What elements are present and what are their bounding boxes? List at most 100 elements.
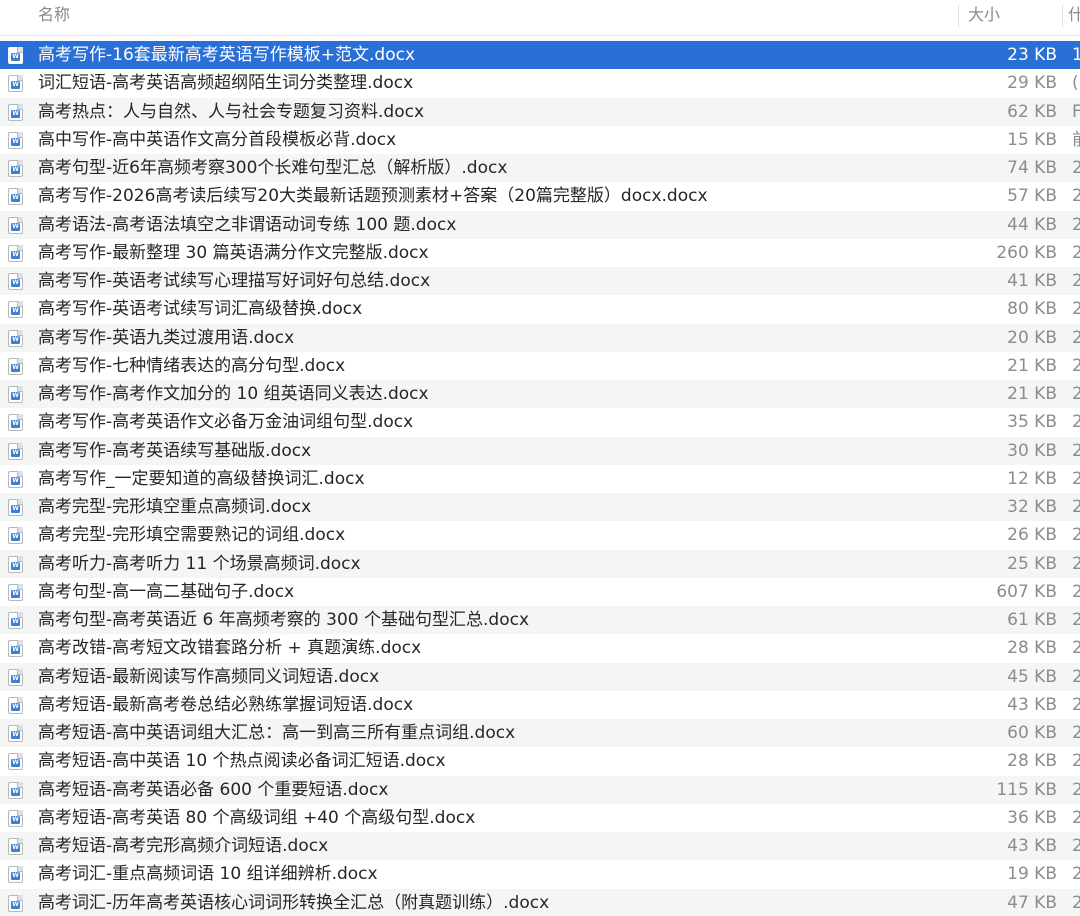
word-document-icon-glyph: W bbox=[11, 815, 20, 824]
file-size: 15 KB bbox=[1007, 129, 1057, 150]
file-size: 21 KB bbox=[1007, 384, 1057, 404]
file-size: 26 KB bbox=[1007, 525, 1057, 546]
file-kind: 2 bbox=[1072, 497, 1080, 517]
file-name: 高考语法-高考语法填空之非谓语动词专练 100 题.docx bbox=[38, 214, 457, 235]
word-document-icon: W bbox=[8, 386, 23, 403]
file-name: 高考短语-高中英语 10 个热点阅读必备词汇短语.docx bbox=[38, 751, 446, 772]
file-size: 28 KB bbox=[1007, 751, 1057, 772]
file-row[interactable]: W 高考写作_一定要知道的高级替换词汇.docx 12 KB 2 bbox=[0, 465, 1080, 493]
file-row[interactable]: W 高考短语-最新阅读写作高频同义词短语.docx 45 KB 2 bbox=[0, 662, 1080, 691]
file-row[interactable]: W 高考写作-2026高考读后续写20大类最新话题预测素材+答案（20篇完整版）d… bbox=[0, 182, 1080, 210]
word-document-icon: W bbox=[8, 329, 23, 347]
file-kind: ( bbox=[1072, 73, 1079, 94]
column-header-size[interactable]: 大小 bbox=[968, 0, 1000, 35]
file-row[interactable]: W 高中写作-高中英语作文高分首段模板必背.docx 15 KB 前 bbox=[0, 126, 1080, 154]
file-row[interactable]: W 高考短语-高考英语 80 个高级词组 +40 个高级句型.docx 36 KB 2 bbox=[0, 804, 1080, 832]
file-kind: 2 bbox=[1072, 355, 1080, 376]
file-name: 高考写作-七种情绪表达的高分句型.docx bbox=[38, 355, 346, 376]
file-row[interactable]: W 高考写作-英语考试续写心理描写好词好句总结.docx 41 KB 2 bbox=[0, 267, 1080, 296]
word-document-icon: W bbox=[8, 527, 23, 545]
file-row[interactable]: W 高考句型-高考英语近 6 年高频考察的 300 个基础句型汇总.docx 61 … bbox=[0, 606, 1080, 635]
file-row[interactable]: W 高考词汇-重点高频词语 10 组详细辨析.docx 19 KB 2 bbox=[0, 860, 1080, 888]
file-kind: 2 bbox=[1072, 158, 1080, 178]
file-name: 高考短语-最新阅读写作高频同义词短语.docx bbox=[38, 666, 380, 687]
finder-list-view: 名称 大小 什 W 高考写作-16套最新高考英语写作模板+范文.docx 23 KB… bbox=[0, 0, 1080, 916]
word-document-icon-glyph: W bbox=[11, 674, 20, 683]
file-row[interactable]: W 高考热点：人与自然、人与社会专题复习资料.docx 62 KB F bbox=[0, 97, 1080, 126]
word-document-icon-glyph: W bbox=[11, 589, 20, 598]
file-row[interactable]: W 高考短语-最新高考卷总结必熟练掌握词短语.docx 43 KB 2 bbox=[0, 691, 1080, 719]
file-name: 词汇短语-高考英语高频超纲陌生词分类整理.docx bbox=[38, 73, 414, 94]
file-name: 高考句型-高一高二基础句子.docx bbox=[38, 581, 295, 602]
word-document-icon: W bbox=[8, 357, 23, 375]
file-row[interactable]: W 高考短语-高考完形高频介词短语.docx 43 KB 2 bbox=[0, 832, 1080, 861]
word-document-icon: W bbox=[8, 273, 23, 290]
file-size: 44 KB bbox=[1007, 214, 1057, 235]
file-row[interactable]: W 高考写作-高考英语续写基础版.docx 30 KB 2 bbox=[0, 436, 1080, 465]
file-row[interactable]: W 高考改错-高考短文改错套路分析 + 真题演练.docx 28 KB 2 bbox=[0, 634, 1080, 662]
word-document-icon: W bbox=[8, 442, 23, 460]
word-document-icon-glyph: W bbox=[11, 476, 20, 485]
word-document-icon-glyph: W bbox=[11, 702, 20, 711]
word-document-icon-glyph: W bbox=[11, 222, 20, 231]
word-document-icon-glyph: W bbox=[11, 759, 20, 768]
file-size: 29 KB bbox=[1007, 73, 1057, 94]
file-row[interactable]: W 高考短语-高中英语 10 个热点阅读必备词汇短语.docx 28 KB 2 bbox=[0, 747, 1080, 775]
file-name: 高考热点：人与自然、人与社会专题复习资料.docx bbox=[38, 101, 425, 122]
word-document-icon-glyph: W bbox=[11, 335, 20, 344]
file-name: 高考写作-高考作文加分的 10 组英语同义表达.docx bbox=[38, 384, 429, 404]
word-document-icon: W bbox=[8, 838, 23, 855]
file-size: 74 KB bbox=[1007, 158, 1057, 178]
file-row[interactable]: W 高考写作-高考作文加分的 10 组英语同义表达.docx 21 KB 2 bbox=[0, 380, 1080, 409]
file-row[interactable]: W 高考词汇-历年高考英语核心词词形转换全汇总（附真题训练）.docx 47 KB 2 bbox=[0, 888, 1080, 916]
word-document-icon: W bbox=[8, 894, 23, 912]
file-size: 62 KB bbox=[1007, 101, 1057, 122]
file-kind: 2 bbox=[1072, 242, 1080, 263]
file-kind: 2 bbox=[1072, 271, 1080, 291]
word-document-icon: W bbox=[8, 188, 23, 206]
file-row[interactable]: W 高考短语-高考英语必备 600 个重要短语.docx 115 KB 2 bbox=[0, 775, 1080, 804]
file-size: 25 KB bbox=[1007, 553, 1057, 574]
file-name: 高考完型-完形填空需要熟记的词组.docx bbox=[38, 525, 346, 546]
file-size: 43 KB bbox=[1007, 694, 1057, 715]
file-row[interactable]: W 高考写作-英语九类过渡用语.docx 20 KB 2 bbox=[0, 323, 1080, 352]
file-kind: 2 bbox=[1072, 440, 1080, 461]
file-name: 高考短语-高中英语词组大汇总：高一到高三所有重点词组.docx bbox=[38, 723, 516, 743]
file-kind: 2 bbox=[1072, 553, 1080, 574]
file-row[interactable]: W 高考写作-最新整理 30 篇英语满分作文完整版.docx 260 KB 2 bbox=[0, 239, 1080, 267]
file-row[interactable]: W 高考短语-高中英语词组大汇总：高一到高三所有重点词组.docx 60 KB 2 bbox=[0, 719, 1080, 748]
word-document-icon: W bbox=[8, 47, 23, 64]
column-header-kind[interactable]: 什 bbox=[1068, 0, 1080, 35]
file-kind: 2 bbox=[1072, 525, 1080, 546]
file-kind: F bbox=[1072, 101, 1080, 122]
file-row[interactable]: W 高考语法-高考语法填空之非谓语动词专练 100 题.docx 44 KB 2 bbox=[0, 210, 1080, 239]
file-name: 高考完型-完形填空重点高频词.docx bbox=[38, 497, 312, 517]
file-row[interactable]: W 高考完型-完形填空重点高频词.docx 32 KB 2 bbox=[0, 493, 1080, 522]
file-row[interactable]: W 高考完型-完形填空需要熟记的词组.docx 26 KB 2 bbox=[0, 521, 1080, 549]
file-size: 20 KB bbox=[1007, 327, 1057, 348]
file-row[interactable]: W 高考听力-高考听力 11 个场景高频词.docx 25 KB 2 bbox=[0, 549, 1080, 578]
word-document-icon-glyph: W bbox=[11, 166, 20, 174]
file-row[interactable]: W 高考写作-英语考试续写词汇高级替换.docx 80 KB 2 bbox=[0, 295, 1080, 323]
word-document-icon-glyph: W bbox=[11, 250, 20, 259]
file-row[interactable]: W 高考句型-近6年高频考察300个长难句型汇总（解析版）.docx 74 KB 2 bbox=[0, 154, 1080, 183]
file-kind: 2 bbox=[1072, 836, 1080, 856]
file-kind: 2 bbox=[1072, 581, 1080, 602]
column-divider[interactable] bbox=[1062, 5, 1063, 27]
file-row[interactable]: W 高考句型-高一高二基础句子.docx 607 KB 2 bbox=[0, 578, 1080, 606]
file-row[interactable]: W 词汇短语-高考英语高频超纲陌生词分类整理.docx 29 KB ( bbox=[0, 69, 1080, 97]
file-row[interactable]: W 高考写作-高考英语作文必备万金油词组句型.docx 35 KB 2 bbox=[0, 408, 1080, 436]
file-name: 高考写作-2026高考读后续写20大类最新话题预测素材+答案（20篇完整版）do… bbox=[38, 186, 708, 207]
word-document-icon: W bbox=[8, 301, 23, 319]
column-divider[interactable] bbox=[958, 5, 959, 27]
file-name: 高考词汇-重点高频词语 10 组详细辨析.docx bbox=[38, 864, 378, 885]
file-kind: 2 bbox=[1072, 638, 1080, 659]
column-header-name[interactable]: 名称 bbox=[38, 0, 70, 35]
word-document-icon-glyph: W bbox=[11, 194, 20, 203]
file-size: 80 KB bbox=[1007, 299, 1057, 320]
file-row[interactable]: W 高考写作-16套最新高考英语写作模板+范文.docx 23 KB 1 bbox=[0, 41, 1080, 70]
word-document-icon-glyph: W bbox=[11, 53, 20, 61]
file-kind: 2 bbox=[1072, 327, 1080, 348]
word-document-icon: W bbox=[8, 809, 23, 827]
file-row[interactable]: W 高考写作-七种情绪表达的高分句型.docx 21 KB 2 bbox=[0, 352, 1080, 380]
